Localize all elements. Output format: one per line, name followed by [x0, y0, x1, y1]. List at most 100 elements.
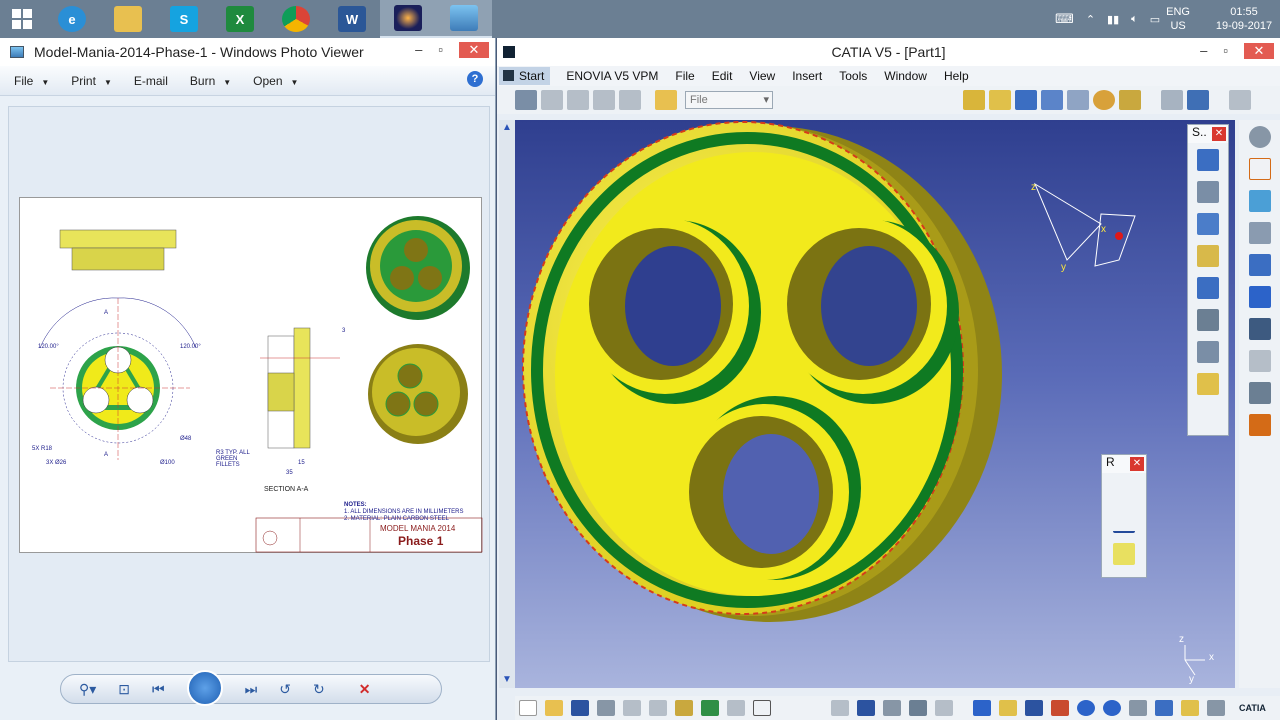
maximize-button[interactable]: ▫	[1223, 43, 1228, 59]
vertical-scrollbar[interactable]: ▲ ▼	[499, 120, 515, 688]
cylinder-icon[interactable]	[1015, 90, 1037, 110]
rib-icon[interactable]	[1197, 277, 1219, 299]
help-icon[interactable]: ?	[467, 71, 483, 87]
table-icon[interactable]	[857, 700, 875, 716]
print-icon[interactable]	[597, 700, 615, 716]
3d-viewport[interactable]: x y z z x y S.. ✕ R ✕	[515, 120, 1235, 688]
slot-icon[interactable]	[1197, 309, 1219, 331]
rotate-icon[interactable]	[1051, 700, 1069, 716]
grid-icon[interactable]	[1067, 90, 1089, 110]
minimize-button[interactable]: ‒	[1200, 43, 1207, 59]
fit-all-icon[interactable]	[999, 700, 1017, 716]
sketch-icon[interactable]	[1229, 90, 1251, 110]
zoom-out-icon[interactable]	[1103, 700, 1121, 716]
open-icon[interactable]	[545, 700, 563, 716]
menu-tools[interactable]: Tools	[839, 69, 867, 83]
actual-size-icon[interactable]: ⊡	[118, 681, 130, 698]
delete-icon[interactable]: ✕	[359, 681, 371, 698]
hole-icon[interactable]	[1197, 245, 1219, 267]
target-icon[interactable]	[1093, 90, 1115, 110]
rotate-left-icon[interactable]: ↺	[279, 681, 291, 698]
windows-start-button[interactable]	[0, 0, 44, 38]
feature2-icon[interactable]	[567, 90, 589, 110]
part-icon[interactable]	[1248, 222, 1271, 244]
stiffener-icon[interactable]	[1197, 341, 1219, 363]
cut-icon[interactable]	[623, 700, 641, 716]
pad-icon[interactable]	[1197, 149, 1219, 171]
menu-file[interactable]: File ▼	[14, 74, 49, 88]
formula-icon[interactable]	[779, 700, 797, 716]
file-combo[interactable]: File	[685, 91, 773, 109]
point-icon[interactable]	[1113, 479, 1135, 501]
menu-edit[interactable]: Edit	[712, 69, 733, 83]
close-icon[interactable]: ✕	[1212, 127, 1226, 141]
box-icon[interactable]	[989, 90, 1011, 110]
loft-icon[interactable]	[1197, 373, 1219, 395]
feature-icon[interactable]	[541, 90, 563, 110]
zoom-in-icon[interactable]	[1077, 700, 1095, 716]
undo-icon[interactable]	[701, 700, 719, 716]
open-folder-icon[interactable]	[655, 90, 677, 110]
annotation-icon[interactable]	[1248, 350, 1271, 372]
maximize-button[interactable]: ▫	[438, 42, 443, 58]
menu-start[interactable]: Start	[499, 67, 551, 85]
network-icon[interactable]: ▮▮	[1107, 13, 1119, 26]
body-icon[interactable]	[1248, 254, 1271, 276]
taskbar-excel[interactable]: X	[212, 0, 268, 38]
chevron-up-icon[interactable]: ⌃	[1086, 13, 1095, 26]
normal-view-icon[interactable]	[1129, 700, 1147, 716]
menu-print[interactable]: Print ▼	[71, 74, 112, 88]
menu-window[interactable]: Window	[884, 69, 927, 83]
language-indicator[interactable]: ENG US	[1166, 5, 1190, 33]
menu-view[interactable]: View	[749, 69, 775, 83]
taskbar-skype[interactable]: S	[156, 0, 212, 38]
product-icon[interactable]	[515, 90, 537, 110]
scroll-down-icon[interactable]: ▼	[501, 674, 513, 686]
feature4-icon[interactable]	[619, 90, 641, 110]
previous-icon[interactable]: ⏮	[152, 681, 165, 698]
new-icon[interactable]	[519, 700, 537, 716]
knowledge-icon[interactable]	[805, 700, 823, 716]
slideshow-button[interactable]	[186, 670, 223, 706]
pattern-icon[interactable]	[1248, 286, 1271, 308]
options-icon[interactable]	[935, 700, 953, 716]
save-icon[interactable]	[571, 700, 589, 716]
close-icon[interactable]: ✕	[1130, 457, 1144, 471]
taskbar-word[interactable]: W	[324, 0, 380, 38]
menu-insert[interactable]: Insert	[792, 69, 822, 83]
zoom-icon[interactable]: ⚲▾	[79, 681, 96, 698]
menu-file[interactable]: File	[675, 69, 694, 83]
taskbar-file-explorer[interactable]	[100, 0, 156, 38]
redo-icon[interactable]	[727, 700, 745, 716]
paste-icon[interactable]	[675, 700, 693, 716]
menu-open[interactable]: Open ▼	[253, 74, 298, 88]
draft-icon[interactable]	[1248, 382, 1271, 404]
solid-icon[interactable]	[963, 90, 985, 110]
keyboard-icon[interactable]: ⌨	[1055, 11, 1074, 27]
taskbar-catia[interactable]	[380, 0, 436, 38]
lock-icon[interactable]	[909, 700, 927, 716]
render-style-icon[interactable]	[1181, 700, 1199, 716]
close-button[interactable]: ✕	[1244, 43, 1274, 59]
settings-icon[interactable]	[1248, 126, 1271, 148]
constraint-icon[interactable]	[1248, 318, 1271, 340]
select-icon[interactable]	[1248, 158, 1271, 180]
macro-icon[interactable]	[883, 700, 901, 716]
minimize-button[interactable]: ‒	[415, 42, 422, 58]
close-button[interactable]: ✕	[459, 42, 489, 58]
line-icon[interactable]	[1113, 511, 1135, 533]
action-center-icon[interactable]: ▭	[1150, 13, 1160, 26]
material-icon[interactable]	[1248, 414, 1271, 436]
measure-icon[interactable]	[1161, 90, 1183, 110]
shaft-icon[interactable]	[1197, 213, 1219, 235]
shading-icon[interactable]	[1119, 90, 1141, 110]
taskbar-internet-explorer[interactable]: e	[44, 0, 100, 38]
menu-enovia[interactable]: ENOVIA V5 VPM	[566, 69, 658, 83]
taskbar-chrome[interactable]	[268, 0, 324, 38]
feature3-icon[interactable]	[593, 90, 615, 110]
taskbar-photo-viewer[interactable]	[436, 0, 492, 38]
whats-this-icon[interactable]	[753, 700, 771, 716]
next-icon[interactable]: ⏭	[245, 681, 258, 698]
menu-burn[interactable]: Burn ▼	[190, 74, 231, 88]
surface-icon[interactable]	[1248, 190, 1271, 212]
